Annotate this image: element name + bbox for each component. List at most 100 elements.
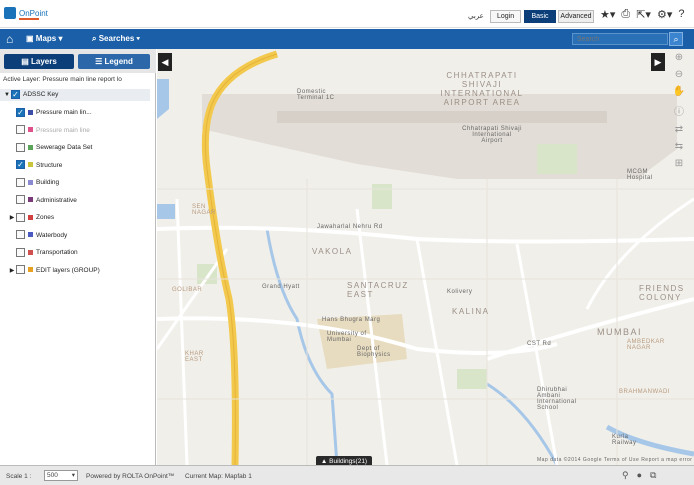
grid-icon[interactable]: ⊞ [675, 158, 683, 169]
maps-menu-label: Maps [35, 34, 57, 43]
layer-row[interactable]: Pressure main lin... [16, 107, 92, 119]
panel-tabs: ▤ Layers ☰ Legend [0, 49, 156, 73]
search-input[interactable] [572, 33, 668, 45]
expand-caret-icon[interactable]: ▶ [8, 265, 16, 277]
maps-menu[interactable]: ▣ Maps ▾ [26, 34, 62, 43]
layer-checkbox[interactable] [16, 265, 25, 275]
map-icon: ▣ [26, 34, 36, 43]
layer-root-row[interactable]: ▼ ADSSC Key [0, 89, 150, 101]
search-icon: ⌕ [673, 34, 679, 44]
buildings-label: Buildings(21) [329, 458, 368, 465]
map-label: Domestic Terminal 1C [297, 89, 335, 101]
pan-hand-icon[interactable]: ✋ [673, 86, 685, 97]
layer-row[interactable]: ▶ Zones [8, 212, 54, 224]
export-icon[interactable]: ⇱▾ [636, 8, 651, 24]
layers-panel: ▤ Layers ☰ Legend Active Layer: Pressure… [0, 49, 156, 465]
layer-row[interactable]: Sewerage Data Set [16, 142, 92, 154]
runway [277, 111, 607, 123]
identify-icon[interactable]: ⇄ [675, 124, 683, 135]
current-map-text: Current Map: Mapfab 1 [185, 473, 252, 480]
layer-checkbox[interactable] [16, 107, 25, 117]
layer-swatch-icon [28, 162, 33, 168]
tab-layers[interactable]: ▤ Layers [4, 54, 74, 69]
map-label: University of Mumbai [327, 331, 367, 343]
help-icon[interactable]: ? [678, 8, 684, 24]
info-icon[interactable]: ⓘ [674, 103, 684, 118]
layers-icon: ▤ [21, 57, 31, 66]
app-title[interactable]: OnPoint [19, 9, 48, 18]
map-svg [157, 49, 694, 465]
onpoint-logo-icon[interactable] [4, 7, 16, 19]
scale-value: 500 [47, 472, 58, 479]
collapse-caret-icon[interactable]: ▼ [3, 89, 11, 101]
toolbar-icons: ★▾ ⎙ ⇱▾ ⚙▾ ? [600, 8, 684, 24]
map-label: Dept of Biophysics [357, 346, 391, 358]
advanced-mode-button[interactable]: Advanced [558, 10, 594, 23]
layer-label: EDIT layers (GROUP) [36, 266, 100, 274]
scale-select[interactable]: 500 ▾ [44, 470, 78, 481]
tab-legend[interactable]: ☰ Legend [78, 54, 150, 69]
map-canvas[interactable]: CHHATRAPATI SHIVAJI INTERNATIONAL AIRPOR… [157, 49, 694, 465]
search-button[interactable]: ⌕ [669, 32, 683, 46]
layer-row[interactable]: Pressure main line [16, 125, 90, 137]
expand-caret-icon[interactable]: ▶ [8, 212, 16, 224]
layer-swatch-icon [28, 179, 33, 185]
zoom-out-icon[interactable]: ⊖ [675, 69, 683, 80]
layer-checkbox[interactable] [16, 247, 25, 257]
layer-checkbox[interactable] [16, 125, 25, 135]
layer-checkbox[interactable] [11, 89, 20, 99]
layer-label: Building [36, 179, 60, 186]
print-icon[interactable]: ⎙ [621, 8, 630, 24]
language-link[interactable]: عربي [468, 12, 484, 20]
map-label: KHAR EAST [185, 351, 204, 363]
park [537, 144, 577, 174]
searches-menu-label: Searches [98, 34, 135, 43]
login-button[interactable]: Login [490, 10, 522, 23]
star-icon[interactable]: ★▾ [600, 8, 615, 24]
person-icon[interactable]: ⚲ [622, 470, 629, 481]
basic-mode-button[interactable]: Basic [524, 10, 556, 23]
layer-row[interactable]: Transportation [16, 247, 78, 259]
layer-label: Zones [36, 214, 55, 221]
gear-icon[interactable]: ⚙▾ [657, 8, 672, 24]
layer-row[interactable]: Building [16, 177, 59, 189]
layer-label: Administrative [36, 196, 77, 204]
layer-label: Structure [36, 161, 63, 169]
zoom-in-icon[interactable]: ⊕ [675, 52, 683, 63]
layer-label: Pressure main line [36, 126, 90, 134]
home-icon[interactable]: ⌂ [6, 32, 13, 46]
water-body [157, 204, 175, 219]
expand-right-panel-button[interactable]: ▶ [651, 53, 665, 71]
map-attribution[interactable]: Map data ©2014 Google Terms of Use Repor… [537, 457, 692, 463]
arrow-right-icon: ▶ [654, 57, 662, 67]
layer-checkbox[interactable] [16, 195, 25, 205]
searches-menu[interactable]: ⌕ Searches ▾ [92, 34, 140, 44]
map-label: MUMBAI [597, 327, 642, 337]
powered-by-text: Powered by ROLTA OnPoint™ [86, 473, 175, 480]
map-label: Kolivery [447, 289, 473, 295]
map-label: BRAHMANWADI [619, 389, 670, 395]
layer-row[interactable]: Structure [16, 160, 62, 172]
layer-checkbox[interactable] [16, 177, 25, 187]
layer-row[interactable]: Waterbody [16, 230, 67, 242]
layer-checkbox[interactable] [16, 160, 25, 170]
status-icons: ⚲ ● ⧉ [622, 470, 656, 481]
top-bar: OnPoint عربي Login Basic Advanced ★▾ ⎙ ⇱… [0, 0, 694, 28]
map-toolbar: ⊕ ⊖ ✋ ⓘ ⇄ ⇆ ⊞ [670, 52, 688, 182]
active-layer-text: Active Layer: Pressure main line report … [3, 76, 122, 83]
layers-stack-icon[interactable]: ⧉ [650, 470, 656, 481]
layer-checkbox[interactable] [16, 230, 25, 240]
map-label: Chhatrapati Shivaji International Airpor… [462, 126, 522, 144]
layer-row[interactable]: Administrative [16, 195, 77, 207]
map-label: Jawaharlal Nehru Rd [317, 224, 383, 230]
layer-swatch-icon [28, 249, 33, 255]
folder-icon [28, 214, 33, 220]
layer-checkbox[interactable] [16, 212, 25, 222]
layer-row[interactable]: ▶ EDIT layers (GROUP) [8, 265, 100, 277]
map-label: Hans Bhugra Marg [322, 317, 381, 323]
measure-icon[interactable]: ⇆ [675, 141, 683, 152]
layer-checkbox[interactable] [16, 142, 25, 152]
globe-icon[interactable]: ● [637, 470, 642, 481]
layer-label: Pressure main lin... [36, 109, 92, 116]
collapse-panel-button[interactable]: ◀ [158, 53, 172, 71]
